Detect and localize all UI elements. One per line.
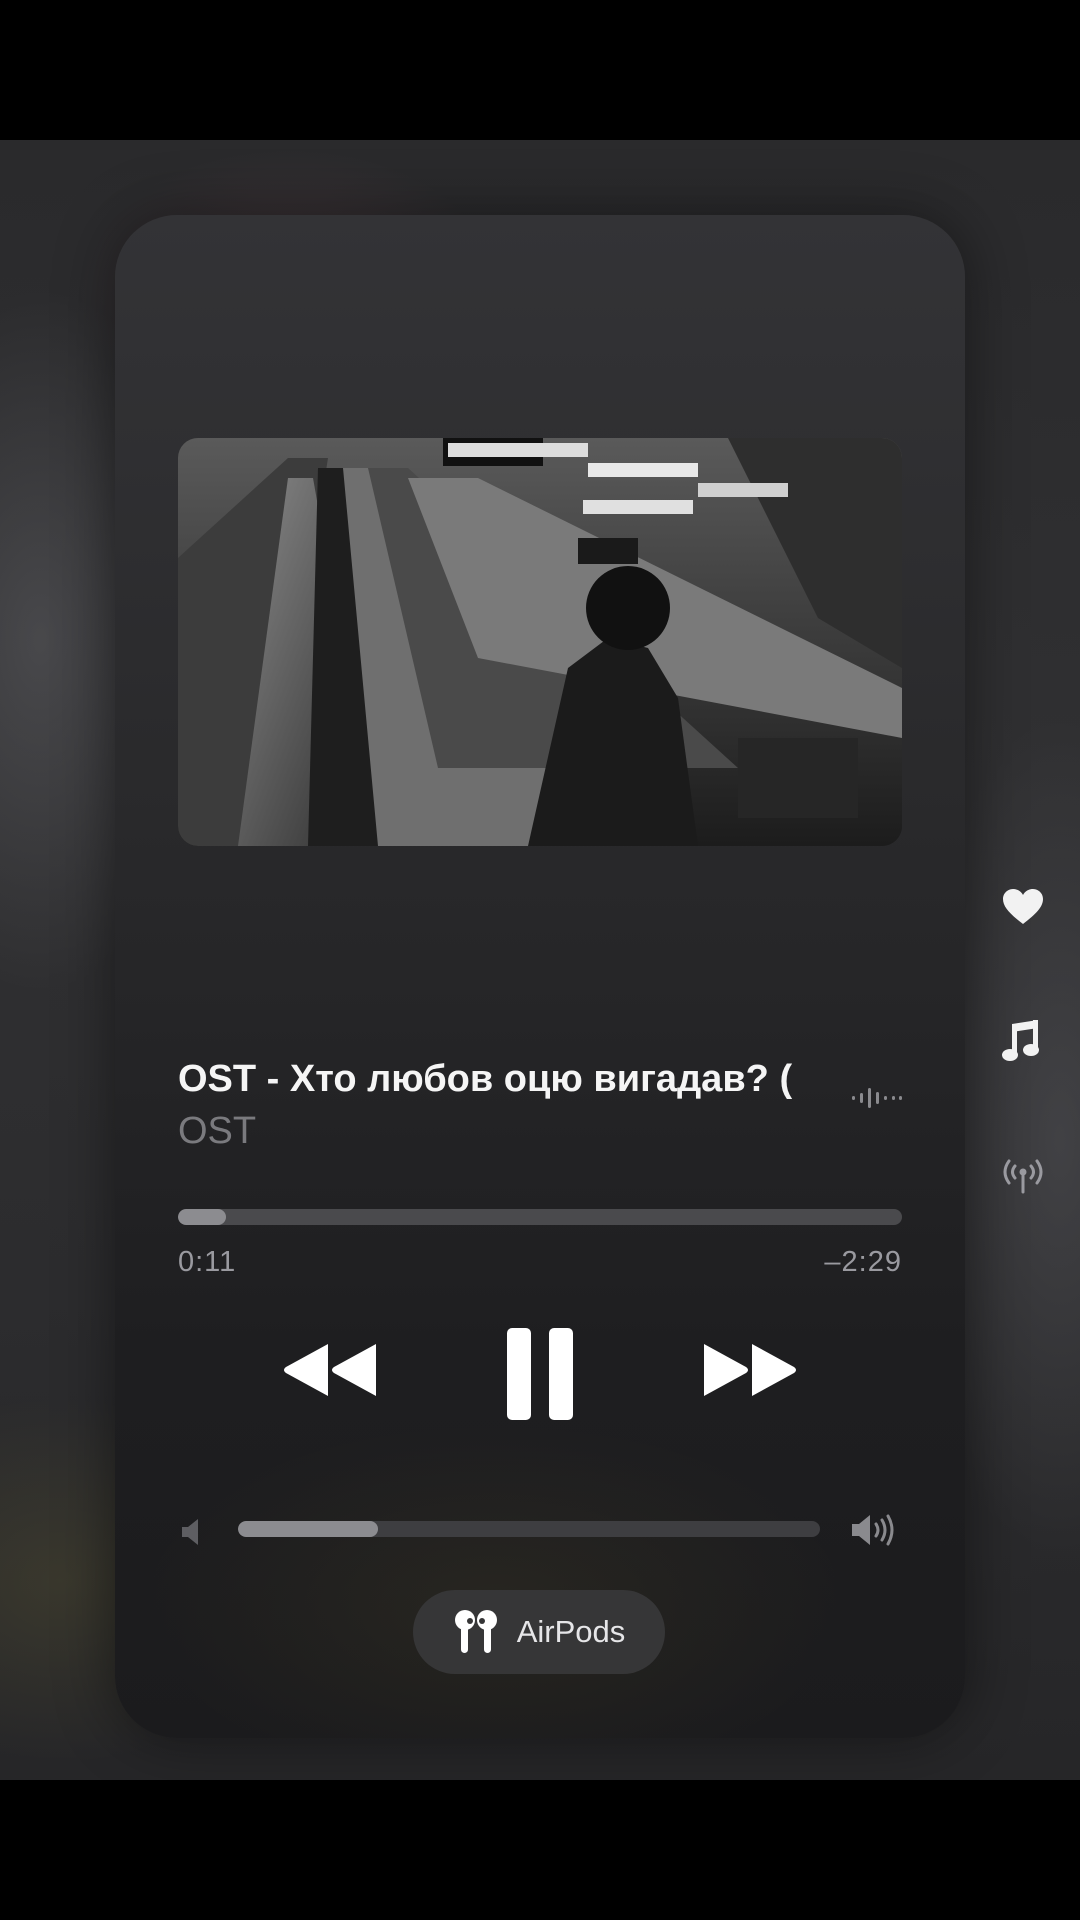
playback-progress-bar[interactable]: [178, 1209, 902, 1225]
airpods-icon: [454, 1610, 497, 1653]
music-note-icon[interactable]: [1002, 1020, 1042, 1064]
remaining-time: –2:29: [824, 1246, 902, 1278]
rewind-button[interactable]: [280, 1340, 380, 1400]
waveform-icon: [852, 1088, 902, 1108]
album-artwork[interactable]: [178, 438, 902, 846]
artwork-image: [178, 438, 902, 846]
track-artist[interactable]: OST: [178, 1110, 256, 1153]
volume-high-icon: [852, 1514, 894, 1546]
volume-fill: [238, 1521, 378, 1537]
heart-icon[interactable]: [1002, 888, 1044, 926]
fast-forward-button[interactable]: [700, 1340, 800, 1400]
progress-fill: [178, 1209, 226, 1225]
output-device-label: AirPods: [516, 1614, 626, 1649]
pause-button[interactable]: [505, 1328, 575, 1420]
broadcast-icon[interactable]: [1000, 1158, 1046, 1194]
elapsed-time: 0:11: [178, 1246, 237, 1278]
track-title[interactable]: OST - Хто любов оцю вигадав? (: [178, 1058, 818, 1110]
airpods-output-button[interactable]: AirPods: [413, 1590, 665, 1674]
volume-slider[interactable]: [238, 1521, 820, 1537]
track-info-row: OST - Хто любов оцю вигадав? (: [178, 1058, 902, 1110]
volume-low-icon: [182, 1519, 198, 1545]
